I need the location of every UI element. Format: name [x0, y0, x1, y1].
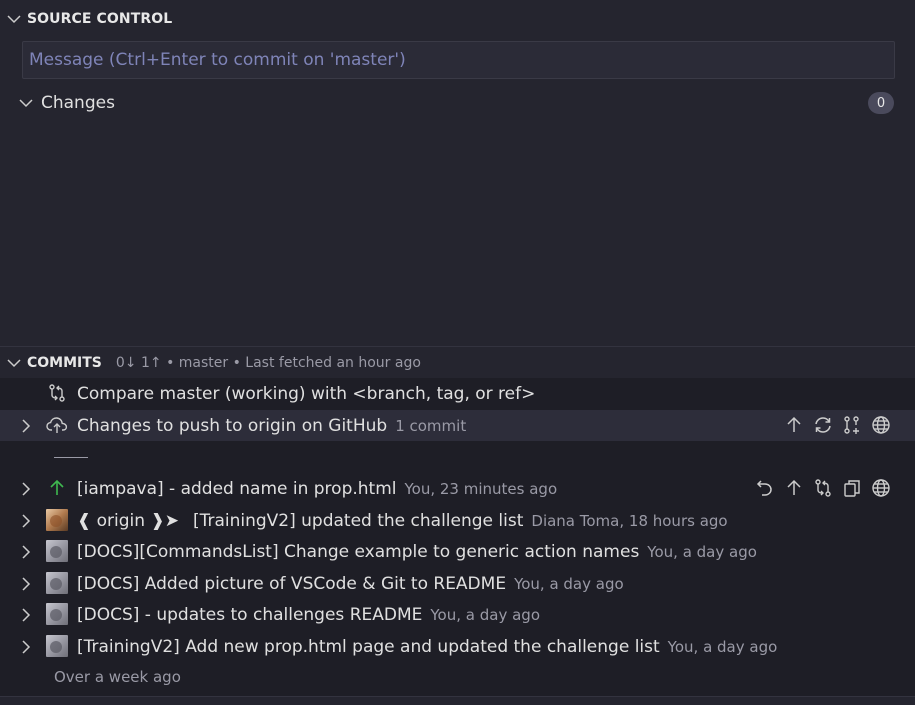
origin-branch-tag: ❰ origin ❱➤ — [77, 510, 179, 531]
commit-actions — [753, 476, 893, 500]
chevron-right-icon — [16, 416, 36, 436]
avatar — [46, 603, 68, 625]
avatar — [46, 540, 68, 562]
commit-message: [TrainingV2] updated the challenge list — [192, 510, 524, 531]
commit-message: [DOCS] - updates to challenges README — [77, 604, 423, 625]
arrow-up-icon — [46, 477, 68, 499]
compare-icon[interactable] — [811, 476, 835, 500]
chevron-down-icon — [4, 9, 24, 29]
push-count: 1 commit — [395, 416, 467, 435]
avatar — [46, 635, 68, 657]
commit-row[interactable]: [DOCS] Added picture of VSCode & Git to … — [0, 568, 915, 599]
commit-meta: You, a day ago — [514, 574, 624, 593]
commit-row[interactable]: [iampava] - added name in prop.html You,… — [0, 473, 915, 504]
changes-count-badge: 0 — [868, 92, 894, 114]
commit-meta: Diana Toma, 18 hours ago — [531, 511, 728, 530]
chevron-right-icon — [16, 574, 36, 594]
compare-label: Compare master (working) with <branch, t… — [77, 383, 536, 404]
time-group-label: Over a week ago — [54, 668, 181, 686]
commits-title: COMMITS — [27, 354, 102, 371]
separator — [54, 457, 88, 458]
arrow-up-icon[interactable] — [782, 413, 806, 437]
source-control-title: SOURCE CONTROL — [27, 11, 173, 27]
compare-row[interactable]: Compare master (working) with <branch, t… — [0, 378, 915, 409]
sync-icon[interactable] — [811, 413, 835, 437]
commit-row[interactable]: ❰ origin ❱➤ [TrainingV2] updated the cha… — [0, 505, 915, 536]
avatar — [46, 509, 68, 531]
commit-message-box — [22, 41, 895, 79]
source-control-header[interactable]: SOURCE CONTROL — [0, 4, 915, 34]
commits-header[interactable]: COMMITS 0↓ 1↑ • master • Last fetched an… — [0, 346, 915, 378]
push-actions — [782, 413, 893, 437]
commit-message: [DOCS] Added picture of VSCode & Git to … — [77, 573, 507, 594]
push-label: Changes to push to origin on GitHub — [77, 415, 388, 436]
source-control-pane: SOURCE CONTROL Changes 0 COMMITS 0↓ 1↑ •… — [0, 0, 915, 705]
commit-message-input[interactable] — [29, 50, 894, 70]
changes-to-push-row[interactable]: Changes to push to origin on GitHub 1 co… — [0, 410, 915, 441]
commit-message: [DOCS][CommandsList] Change example to g… — [77, 541, 640, 562]
chevron-down-icon — [4, 353, 24, 373]
changes-group[interactable]: Changes 0 — [0, 89, 915, 117]
avatar — [46, 572, 68, 594]
commit-meta: You, a day ago — [667, 637, 778, 656]
chevron-right-icon — [16, 542, 36, 562]
chevron-right-icon — [16, 637, 36, 657]
commit-meta: You, a day ago — [430, 605, 540, 624]
chevron-down-icon — [16, 93, 36, 113]
commit-row[interactable]: [DOCS] - updates to challenges README Yo… — [0, 599, 915, 630]
commit-row[interactable]: [TrainingV2] Add new prop.html page and … — [0, 631, 915, 662]
pull-request-icon[interactable] — [840, 413, 864, 437]
changes-label: Changes — [41, 93, 115, 113]
copy-icon[interactable] — [840, 476, 864, 500]
bottom-divider — [0, 696, 915, 705]
commit-row[interactable]: [DOCS][CommandsList] Change example to g… — [0, 536, 915, 567]
arrow-up-icon[interactable] — [782, 476, 806, 500]
chevron-right-icon — [16, 605, 36, 625]
commit-message: [TrainingV2] Add new prop.html page and … — [77, 636, 660, 657]
commit-meta: You, a day ago — [647, 542, 757, 561]
commits-description: 0↓ 1↑ • master • Last fetched an hour ag… — [115, 354, 421, 371]
globe-icon[interactable] — [869, 476, 893, 500]
chevron-right-icon — [16, 511, 36, 531]
undo-icon[interactable] — [753, 476, 777, 500]
commit-message: [iampava] - added name in prop.html — [77, 478, 397, 499]
globe-icon[interactable] — [869, 413, 893, 437]
compare-icon — [46, 382, 68, 404]
cloud-upload-icon — [46, 414, 68, 436]
chevron-right-icon — [16, 479, 36, 499]
commit-meta: You, 23 minutes ago — [404, 479, 558, 498]
